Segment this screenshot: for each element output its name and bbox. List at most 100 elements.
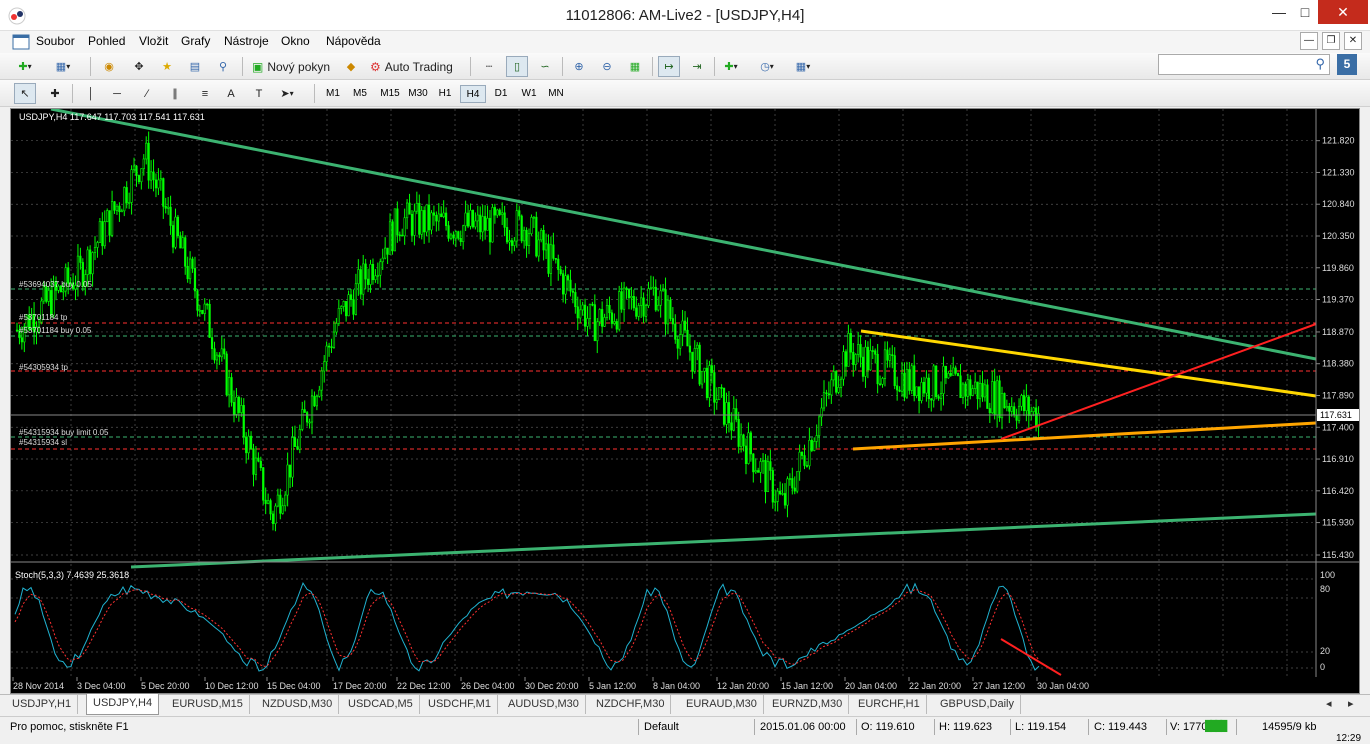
candle-body (654, 286, 657, 311)
date-tick: 30 Dec 20:00 (525, 681, 579, 691)
terminal-icon[interactable]: ▤ (184, 56, 206, 77)
chart-tab[interactable]: EURNZD,M30 (766, 695, 850, 714)
line-chart-icon[interactable]: ∽ (534, 56, 556, 77)
market-watch-icon[interactable]: ◉ (98, 56, 120, 77)
periods-icon[interactable]: ◷ ▾ (756, 56, 778, 77)
candle-body (274, 505, 277, 524)
chart-tab[interactable]: EURAUD,M30 (680, 695, 764, 714)
text-icon[interactable]: A (220, 83, 242, 104)
chart-tab[interactable]: AUDUSD,M30 (502, 695, 586, 714)
chart-tab[interactable]: EURCHF,H1 (852, 695, 927, 714)
chart-tab[interactable]: NZDUSD,M30 (256, 695, 340, 714)
new-chart-icon[interactable]: ✚ ▾ (14, 56, 36, 77)
candle-body (798, 451, 801, 472)
child-restore-icon[interactable]: ❐ (1322, 32, 1340, 50)
status-datetime: 2015.01.06 00:00 (760, 721, 846, 733)
chart-tab[interactable]: NZDCHF,M30 (590, 695, 672, 714)
menu-window[interactable]: Okno (281, 34, 310, 48)
autoscroll-icon[interactable]: ↦ (658, 56, 680, 77)
menu-bar: Soubor Pohled Vložit Grafy Nástroje Okno… (0, 31, 1370, 53)
indicators-icon[interactable]: ✚ ▾ (720, 56, 742, 77)
chart-window[interactable]: 121.820 121.330 120.840 120.350 119.860 119.3… (10, 107, 1360, 694)
timeframe-h4[interactable]: H4 (460, 85, 486, 103)
candlestick-icon[interactable]: ▯ (506, 56, 528, 77)
tab-scroll-left-icon[interactable]: ◂ (1320, 695, 1338, 714)
bar-chart-icon[interactable]: ┄ (478, 56, 500, 77)
tile-windows-icon[interactable]: ▦ (624, 56, 646, 77)
candle-body (805, 465, 809, 467)
zoom-out-icon[interactable]: ⊖ (596, 56, 618, 77)
chart-tab[interactable]: USDCAD,M5 (342, 695, 420, 714)
candle-body (725, 402, 728, 425)
chart-tab[interactable]: USDCHF,M1 (422, 695, 498, 714)
strategy-tester-icon[interactable]: ⚲ (212, 56, 234, 77)
candle-body (688, 345, 692, 353)
candle-body (452, 234, 455, 239)
chart-shift-icon[interactable]: ⇥ (686, 56, 708, 77)
candle-body (376, 274, 379, 277)
candle-body (459, 237, 462, 243)
new-order-button[interactable]: ▣ Nový pokyn (248, 56, 334, 77)
chart-tab[interactable]: GBPUSD,Daily (934, 695, 1021, 714)
arrows-icon[interactable]: ➤ ▾ (276, 83, 298, 104)
close-icon[interactable]: ✕ (1318, 0, 1368, 24)
trendline-icon[interactable]: ∕ (136, 83, 158, 104)
timeframe-m1[interactable]: M1 (320, 85, 346, 103)
timeframe-h1[interactable]: H1 (432, 85, 458, 103)
navigator-icon[interactable]: ✥ (128, 56, 150, 77)
equidistant-channel-icon[interactable]: ∥ (164, 83, 186, 104)
candle-body (347, 294, 350, 317)
candle-body (15, 329, 19, 332)
candle-body (342, 301, 345, 307)
fibonacci-icon[interactable]: ≡ (194, 83, 216, 104)
timeframe-w1[interactable]: W1 (516, 85, 542, 103)
chart-tab[interactable]: USDJPY,H1 (6, 695, 79, 714)
candle-body (313, 395, 316, 407)
auto-trading-button[interactable]: ⚙ Auto Trading (366, 56, 457, 77)
text-label-icon[interactable]: T (248, 83, 270, 104)
candle-body (640, 297, 643, 306)
menu-file[interactable]: Soubor (36, 34, 75, 48)
timeframe-d1[interactable]: D1 (488, 85, 514, 103)
zoom-in-icon[interactable]: ⊕ (568, 56, 590, 77)
candle-body (267, 500, 270, 504)
search-input[interactable]: ⚲ (1158, 54, 1330, 75)
candle-body (386, 247, 389, 255)
chart-tab[interactable]: USDJPY,H4 (86, 694, 160, 715)
timeframe-m5[interactable]: M5 (347, 85, 373, 103)
child-minimize-icon[interactable]: — (1300, 32, 1318, 50)
chart-tab[interactable]: EURUSD,M15 (166, 695, 250, 714)
candle-body (352, 299, 355, 315)
menu-insert[interactable]: Vložit (139, 34, 168, 48)
horizontal-line-icon[interactable]: ─ (106, 83, 128, 104)
candle-body (447, 225, 450, 239)
price-chart[interactable]: 121.820 121.330 120.840 120.350 119.860 119.3… (11, 107, 1359, 693)
child-close-icon[interactable]: ✕ (1344, 32, 1362, 50)
templates-icon[interactable]: ▦ ▾ (792, 56, 814, 77)
data-window-icon[interactable]: ★ (156, 56, 178, 77)
timeframe-m30[interactable]: M30 (404, 85, 432, 103)
status-traffic: 14595/9 kb (1262, 721, 1317, 733)
menu-tools[interactable]: Nástroje (224, 34, 269, 48)
profiles-icon[interactable]: ▦ ▾ (52, 56, 74, 77)
price-tick: 119.370 (1322, 295, 1354, 305)
metaeditor-icon[interactable]: ◆ (340, 56, 362, 77)
tab-scroll-right-icon[interactable]: ▸ (1342, 695, 1360, 714)
timeframe-m15[interactable]: M15 (376, 85, 404, 103)
crosshair-icon[interactable]: ✚ (44, 83, 66, 104)
menu-help[interactable]: Nápověda (326, 34, 381, 48)
candle-body (576, 306, 579, 319)
menu-charts[interactable]: Grafy (181, 34, 210, 48)
search-icon[interactable]: ⚲ (1315, 56, 1325, 72)
notification-badge[interactable]: 5 (1337, 54, 1357, 75)
maximize-icon[interactable]: □ (1288, 0, 1322, 24)
candle-body (847, 333, 850, 367)
candle-body (764, 460, 767, 493)
cursor-icon[interactable]: ↖ (14, 83, 36, 104)
vertical-line-icon[interactable]: │ (80, 83, 102, 104)
candle-body (857, 344, 860, 355)
candle-body (420, 210, 423, 235)
timeframe-mn[interactable]: MN (543, 85, 569, 103)
candle-body (791, 478, 794, 489)
menu-view[interactable]: Pohled (88, 34, 125, 48)
